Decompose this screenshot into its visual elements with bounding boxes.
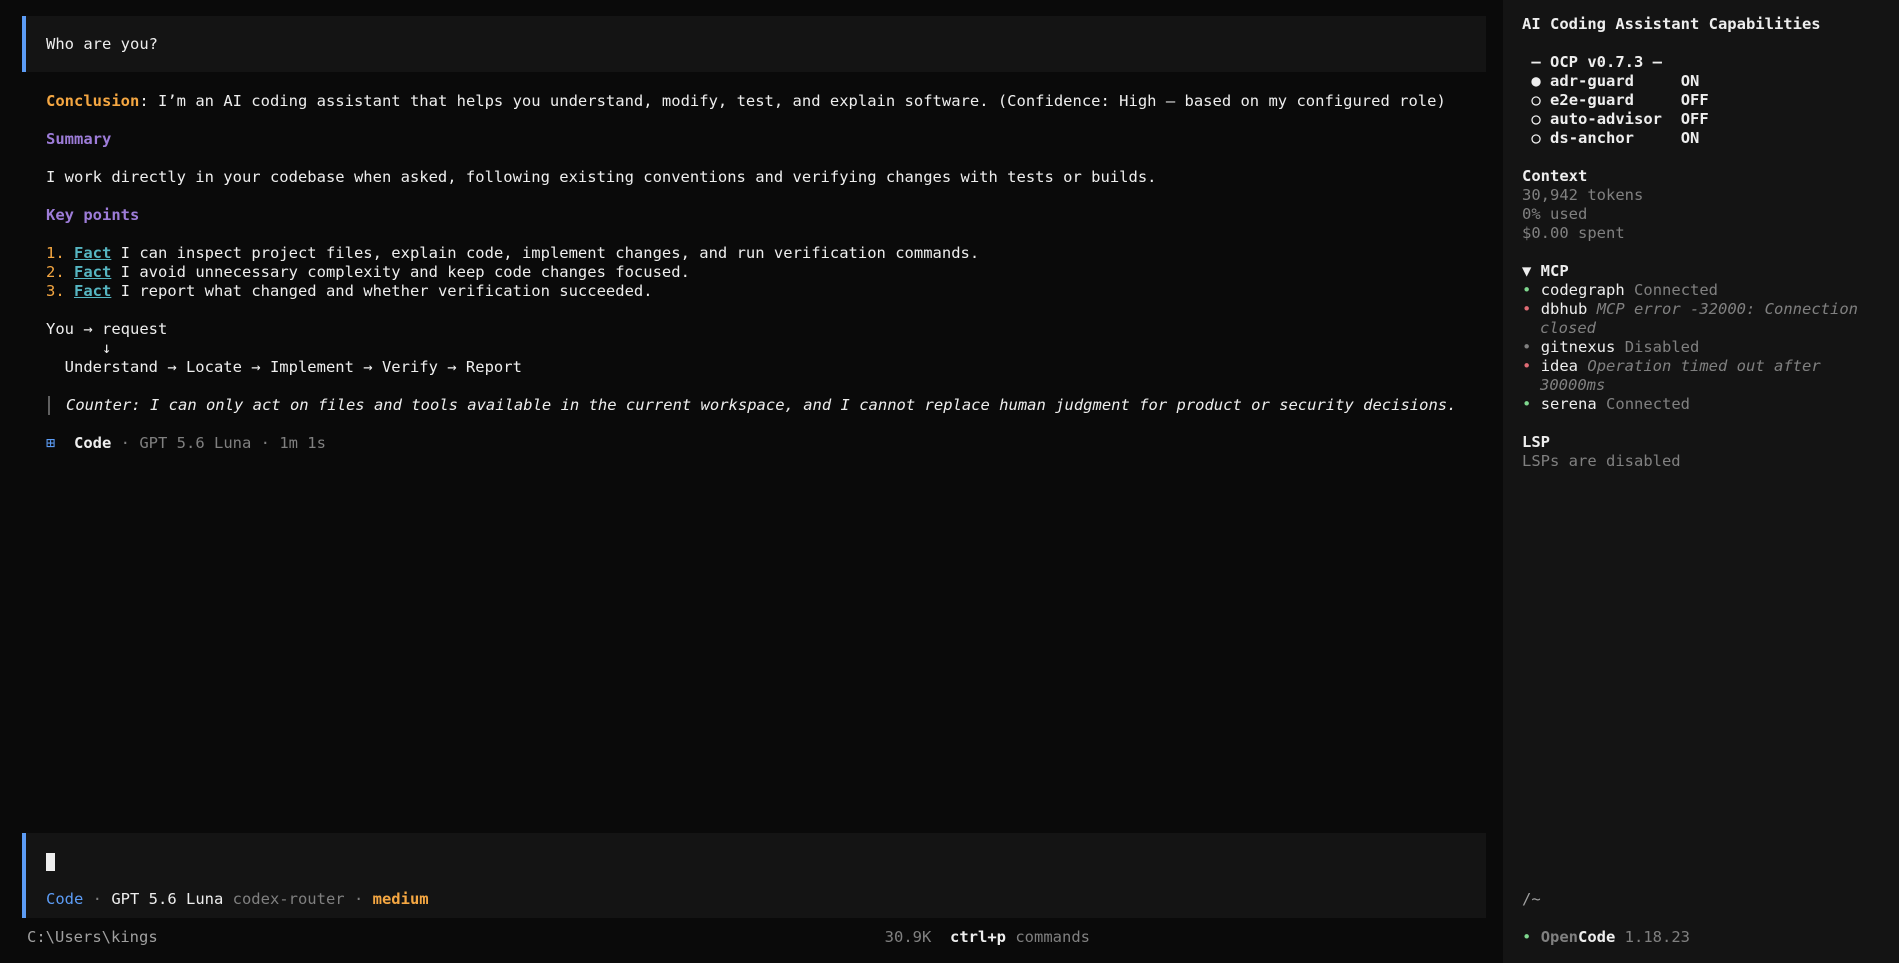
ocp-item[interactable]: ○ auto-advisor OFF: [1522, 110, 1899, 129]
main-pane: Who are you? Conclusion: I’m an AI codin…: [0, 0, 1503, 963]
toggle-on-icon: ●: [1531, 72, 1541, 90]
mcp-heading[interactable]: ▼ MCP: [1522, 262, 1899, 281]
lsp-heading: LSP: [1522, 433, 1550, 451]
provider-name: codex-router: [223, 890, 345, 908]
ocp-item[interactable]: ○ e2e-guard OFF: [1522, 91, 1899, 110]
prompt-input[interactable]: Code · GPT 5.6 Luna codex-router · mediu…: [22, 833, 1486, 918]
summary-heading: Summary: [46, 130, 112, 148]
footer-status: 30.9K ctrl+p commands: [885, 928, 1090, 947]
context-spent: $0.00 spent: [1522, 224, 1625, 242]
flow-line-1: You → request: [46, 320, 168, 338]
ocp-header: — OCP v0.7.3 —: [1522, 53, 1662, 71]
toggle-off-icon: ○: [1531, 110, 1541, 128]
summary-text: I work directly in your codebase when as…: [46, 168, 1157, 186]
current-path: C:\Users\kings: [27, 928, 158, 946]
fact-tag[interactable]: Fact: [74, 282, 111, 300]
app-version: • OpenCode 1.18.23: [1522, 928, 1690, 947]
key-points-heading: Key points: [46, 206, 140, 224]
status-dot-icon: •: [1522, 395, 1532, 413]
conclusion-line: Conclusion: I’m an AI coding assistant t…: [46, 92, 1466, 111]
app-name-code: Code: [1578, 928, 1616, 946]
toggle-off-icon: ○: [1531, 91, 1541, 109]
lsp-text: LSPs are disabled: [1522, 452, 1681, 470]
status-dot-icon: •: [1522, 928, 1532, 946]
status-dot-icon: •: [1522, 338, 1532, 356]
app-name-open: Open: [1540, 928, 1579, 946]
ocp-item[interactable]: ● adr-guard ON: [1522, 72, 1899, 91]
mcp-item: • dbhub MCP error -32000: Connection: [1522, 300, 1858, 318]
sidebar-cwd: /~: [1522, 890, 1541, 908]
mcp-item: • idea Operation timed out after: [1522, 357, 1821, 375]
list-item: 2. Fact I avoid unnecessary complexity a…: [46, 263, 690, 281]
sidebar: AI Coding Assistant Capabilities — OCP v…: [1503, 0, 1899, 963]
assistant-response: Conclusion: I’m an AI coding assistant t…: [46, 92, 1466, 453]
status-dot-icon: •: [1522, 281, 1532, 299]
message-meta: ⊞ Code · GPT 5.6 Luna · 1m 1s: [46, 434, 1466, 453]
status-dot-icon: •: [1522, 300, 1532, 318]
toggle-off-icon: ○: [1531, 129, 1541, 147]
version-number: 1.18.23: [1615, 928, 1690, 946]
effort-level[interactable]: medium: [373, 890, 429, 908]
flow-line-3: Understand → Locate → Implement → Verify…: [46, 358, 522, 376]
meta-detail: · GPT 5.6 Luna · 1m 1s: [111, 434, 326, 452]
user-message-text: Who are you?: [46, 35, 158, 53]
fact-tag[interactable]: Fact: [74, 244, 111, 262]
counter-note: Counter: I can only act on files and too…: [48, 396, 1466, 415]
conclusion-text: : I’m an AI coding assistant that helps …: [139, 92, 1446, 110]
token-count: 30.9K: [884, 928, 932, 946]
mcp-item: • gitnexus Disabled: [1522, 338, 1700, 356]
shortcut-label: commands: [1006, 928, 1090, 946]
agent-mode[interactable]: Code: [46, 890, 83, 908]
flow-line-2: ↓: [46, 339, 112, 357]
list-item: 3. Fact I report what changed and whethe…: [46, 282, 653, 300]
context-heading: Context: [1522, 167, 1588, 185]
meta-mode: Code: [74, 434, 112, 452]
status-dot-icon: •: [1522, 357, 1532, 375]
prompt-status: Code · GPT 5.6 Luna codex-router · mediu…: [46, 890, 429, 908]
sidebar-title: AI Coding Assistant Capabilities: [1522, 15, 1821, 33]
conclusion-label: Conclusion: [46, 92, 140, 110]
fact-tag[interactable]: Fact: [74, 263, 111, 281]
model-name[interactable]: GPT 5.6 Luna: [111, 890, 223, 908]
mcp-item: • serena Connected: [1522, 395, 1691, 413]
context-used: 0% used: [1522, 205, 1588, 223]
mcp-item: • codegraph Connected: [1522, 281, 1719, 299]
list-item: 1. Fact I can inspect project files, exp…: [46, 244, 980, 262]
ocp-item[interactable]: ○ ds-anchor ON: [1522, 129, 1899, 148]
user-message: Who are you?: [22, 16, 1486, 72]
context-tokens: 30,942 tokens: [1522, 186, 1644, 204]
text-cursor: [46, 852, 55, 871]
mode-icon: ⊞: [46, 434, 56, 452]
shortcut-key[interactable]: ctrl+p: [950, 928, 1006, 946]
